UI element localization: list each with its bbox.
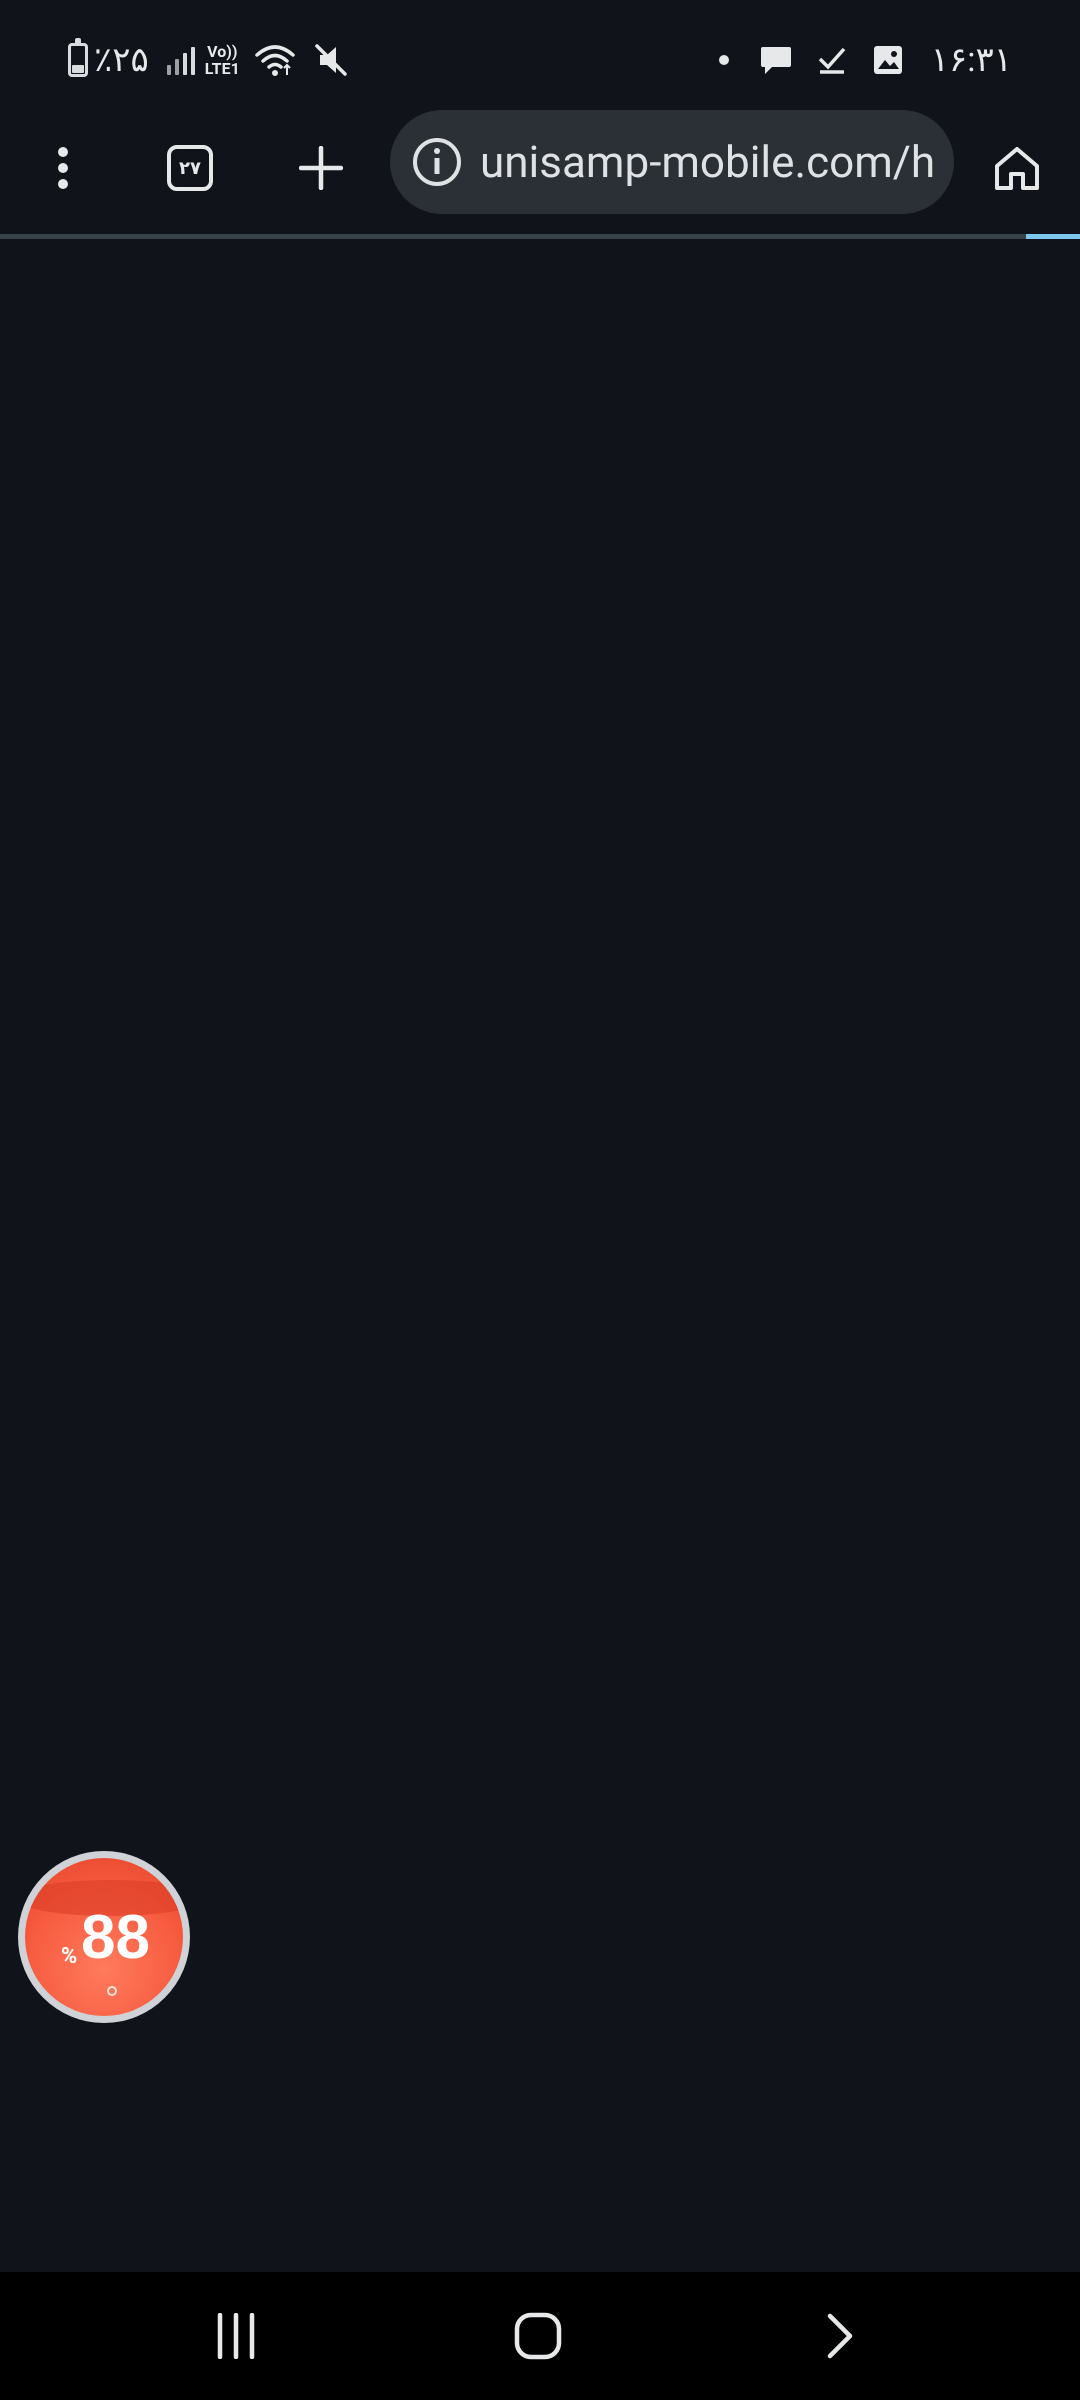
- bubble-value: 88: [81, 1903, 150, 1972]
- lte-icon: Vo)) LTE1: [205, 43, 240, 77]
- check-icon: [811, 39, 853, 81]
- bubble-face: % 88: [25, 1858, 183, 2016]
- nav-home-button[interactable]: [478, 2272, 598, 2400]
- status-bar-left: ٪۲۵ Vo)) LTE1: [68, 36, 352, 84]
- lte-line-2: LTE1: [204, 59, 240, 78]
- browser-toolbar: ۲۷ unisamp-mobile.com/h: [0, 104, 1080, 232]
- floating-booster-bubble[interactable]: % 88: [18, 1851, 190, 2023]
- plus-icon: [299, 146, 343, 190]
- new-tab-button[interactable]: [286, 104, 356, 232]
- page-load-progress: [0, 234, 1080, 239]
- system-nav-bar: [0, 2272, 1080, 2400]
- info-icon[interactable]: [406, 131, 468, 193]
- status-time: ۱۶:۳۱: [930, 40, 1012, 80]
- url-text: unisamp-mobile.com/h: [480, 136, 936, 188]
- recents-button[interactable]: [176, 2272, 296, 2400]
- mute-icon: [310, 39, 352, 81]
- home-button[interactable]: [980, 104, 1054, 232]
- status-bar-right: ۱۶:۳۱: [718, 36, 1012, 84]
- home-nav-icon: [514, 2312, 562, 2360]
- lte-line-1: Vo)): [207, 42, 238, 61]
- tab-switcher-button[interactable]: ۲۷: [152, 104, 228, 232]
- tabs-icon: ۲۷: [167, 145, 213, 191]
- tab-count: ۲۷: [179, 157, 201, 179]
- more-options-button[interactable]: [30, 104, 96, 232]
- screen: ٪۲۵ Vo)) LTE1 ۱۶:۳۱ ۲۷ unisamp-mobile.co…: [0, 0, 1080, 2400]
- signal-icon: [166, 45, 195, 75]
- more-vert-icon: [58, 147, 68, 189]
- message-icon: [755, 39, 797, 81]
- image-icon: [867, 39, 909, 81]
- back-button[interactable]: [780, 2272, 900, 2400]
- wifi-icon: [254, 39, 296, 81]
- notification-dot-icon: [718, 55, 729, 65]
- status-bar: ٪۲۵ Vo)) LTE1 ۱۶:۳۱: [0, 0, 1080, 110]
- battery-percent: ٪۲۵: [94, 40, 149, 80]
- bubble-percent-sign: %: [61, 1944, 78, 1969]
- recents-icon: [217, 2313, 255, 2359]
- home-icon: [995, 147, 1039, 190]
- page-load-progress-fill: [1026, 234, 1080, 239]
- bubble-bubble-icon: [107, 1986, 117, 1996]
- battery-icon: [68, 38, 88, 77]
- back-icon: [827, 2313, 853, 2359]
- address-bar[interactable]: unisamp-mobile.com/h: [390, 110, 954, 214]
- page-content[interactable]: % 88: [0, 240, 1080, 2272]
